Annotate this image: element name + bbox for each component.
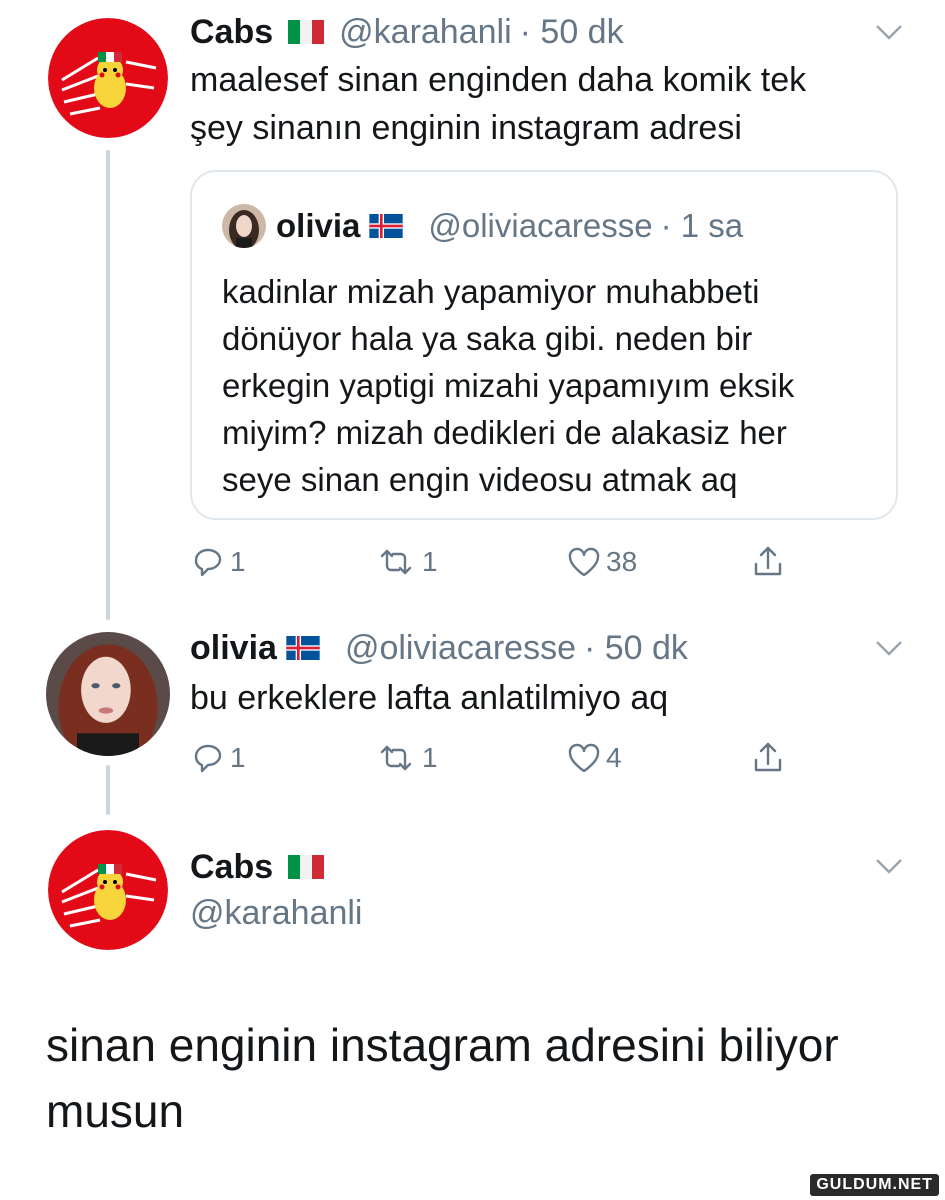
like-count: 38 bbox=[606, 546, 638, 577]
reply-button[interactable]: 1 bbox=[190, 544, 246, 580]
user-handle[interactable]: @karahanli bbox=[190, 893, 363, 933]
retweet-count: 1 bbox=[422, 742, 438, 773]
tweet-actions: 1 1 4 bbox=[190, 740, 800, 780]
tweet-text: bu erkeklere lafta anlatilmiyo aq bbox=[190, 679, 669, 717]
iceland-flag-icon bbox=[364, 214, 408, 238]
italy-flag-icon bbox=[287, 855, 325, 879]
timestamp[interactable]: · 1 sa bbox=[661, 206, 744, 246]
text-line: kadinlar mizah yapamiyor muhabbeti bbox=[222, 273, 760, 310]
avatar[interactable] bbox=[46, 632, 170, 756]
quote-header: olivia @oliviacaresse · 1 sa bbox=[222, 204, 743, 248]
retweet-button[interactable]: 1 bbox=[374, 740, 438, 776]
timestamp[interactable]: · 50 dk bbox=[520, 12, 624, 52]
display-name[interactable]: Cabs bbox=[190, 12, 273, 52]
reply-count: 1 bbox=[230, 546, 246, 577]
text-line: musun bbox=[46, 1085, 185, 1137]
share-button[interactable] bbox=[750, 740, 790, 776]
retweet-count: 1 bbox=[422, 546, 438, 577]
quote-text: kadinlar mizah yapamiyor muhabbeti dönüy… bbox=[222, 268, 794, 503]
chevron-down-icon[interactable] bbox=[874, 22, 904, 42]
avatar[interactable] bbox=[48, 18, 168, 138]
text-line: erkegin yaptigi mizahi yapamıyım eksik bbox=[222, 367, 795, 404]
reply-button[interactable]: 1 bbox=[190, 740, 246, 776]
tweet-header: Cabs @karahanli · 50 dk bbox=[190, 12, 624, 52]
tweet-header: olivia @oliviacaresse · 50 dk bbox=[190, 628, 688, 668]
quoted-tweet[interactable]: olivia @oliviacaresse · 1 sa kadinlar mi… bbox=[190, 170, 898, 520]
chevron-down-icon[interactable] bbox=[874, 638, 904, 658]
chevron-down-icon[interactable] bbox=[874, 856, 904, 876]
reply-icon bbox=[194, 548, 222, 577]
text-line: maalesef sinan enginden daha komik tek bbox=[190, 61, 807, 99]
avatar bbox=[222, 204, 266, 248]
text-line: şey sinanın enginin instagram adresi bbox=[190, 109, 742, 147]
share-icon bbox=[754, 546, 782, 576]
tweet-text: sinan enginin instagram adresini biliyor… bbox=[46, 1012, 839, 1144]
like-button[interactable]: 4 bbox=[566, 740, 622, 776]
display-name[interactable]: olivia bbox=[190, 628, 277, 668]
iceland-flag-icon bbox=[281, 636, 325, 660]
retweet-icon bbox=[380, 745, 412, 771]
retweet-button[interactable]: 1 bbox=[374, 544, 438, 580]
display-name[interactable]: Cabs bbox=[190, 847, 273, 887]
tweet-header: Cabs bbox=[190, 847, 339, 887]
timestamp[interactable]: · 50 dk bbox=[584, 628, 688, 668]
avatar[interactable] bbox=[48, 830, 168, 950]
user-handle[interactable]: @oliviacaresse bbox=[345, 628, 576, 668]
retweet-icon bbox=[380, 549, 412, 575]
user-handle[interactable]: @karahanli bbox=[339, 12, 512, 52]
italy-flag-icon bbox=[287, 20, 325, 44]
heart-icon bbox=[568, 743, 600, 773]
like-count: 4 bbox=[606, 742, 622, 773]
like-button[interactable]: 38 bbox=[566, 544, 637, 580]
text-line: dönüyor hala ya saka gibi. neden bir bbox=[222, 320, 753, 357]
user-handle[interactable]: @oliviacaresse bbox=[428, 206, 652, 246]
tweet-actions: 1 1 38 bbox=[190, 544, 800, 584]
text-line: miyim? mizah dedikleri de alakasiz her bbox=[222, 414, 787, 451]
watermark: GULDUM.NET bbox=[810, 1174, 939, 1196]
reply-icon bbox=[194, 744, 222, 773]
text-line: sinan enginin instagram adresini biliyor bbox=[46, 1019, 839, 1071]
heart-icon bbox=[568, 547, 600, 577]
text-line: seye sinan engin videosu atmak aq bbox=[222, 461, 738, 498]
tweet-text: maalesef sinan enginden daha komik tek ş… bbox=[190, 56, 806, 152]
reply-count: 1 bbox=[230, 742, 246, 773]
display-name[interactable]: olivia bbox=[276, 206, 360, 246]
thread-connector bbox=[106, 150, 110, 620]
share-icon bbox=[754, 742, 782, 772]
share-button[interactable] bbox=[750, 544, 790, 580]
thread-connector bbox=[106, 765, 110, 815]
